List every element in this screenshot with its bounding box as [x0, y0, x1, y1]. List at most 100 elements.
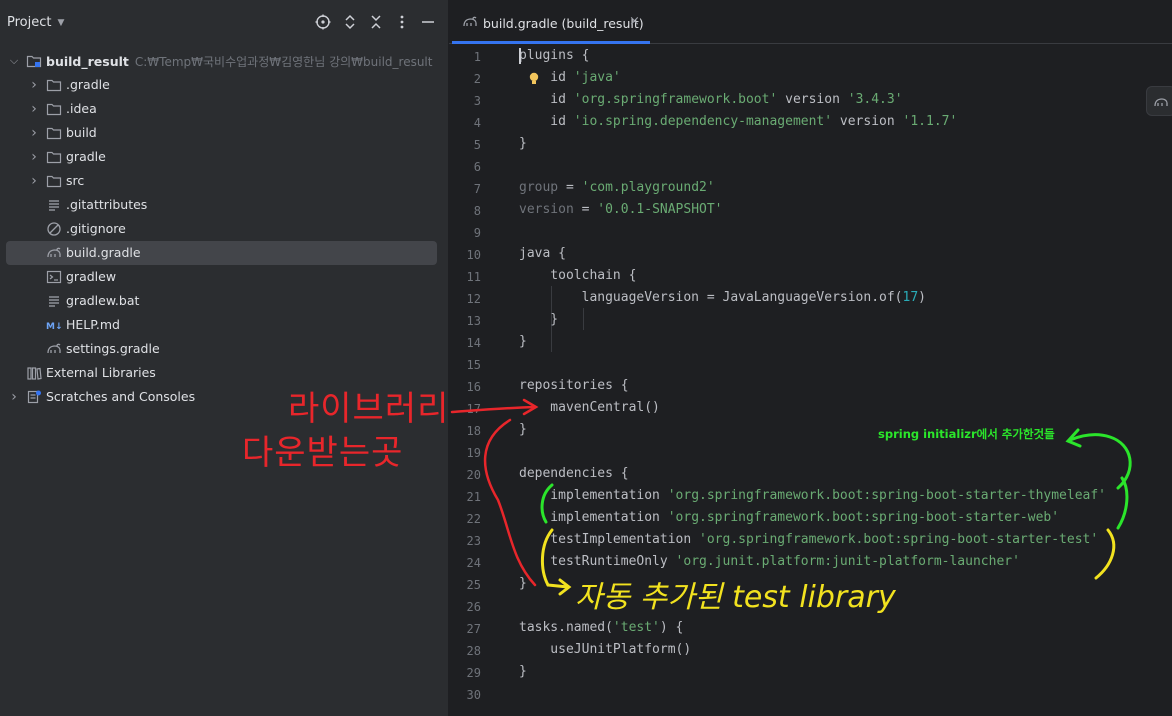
code-token: } — [519, 312, 559, 327]
code-token: 'io.spring.dependency-management' — [573, 114, 833, 129]
line-number: 27 — [466, 622, 481, 636]
folder-icon — [46, 149, 62, 165]
code-line: useJUnitPlatform() — [519, 642, 691, 657]
gradle-reload-widget[interactable] — [1146, 86, 1172, 116]
minimize-icon[interactable] — [419, 13, 437, 31]
code-token: 'com.playground2' — [581, 180, 715, 195]
tree-item-label: settings.gradle — [66, 341, 160, 356]
code-line: testImplementation 'org.springframework.… — [519, 532, 1098, 547]
line-number: 21 — [466, 490, 481, 504]
tree-item-text: build.gradle — [66, 245, 141, 260]
line-number: 22 — [466, 512, 481, 526]
expand-all-icon[interactable] — [341, 13, 359, 31]
svg-text:↓: ↓ — [55, 322, 62, 332]
code-token: 'java' — [573, 70, 621, 85]
line-number: 13 — [466, 314, 481, 328]
chevron-down-icon[interactable]: ⌵ — [9, 54, 19, 67]
tree-item-text: .gradle — [66, 77, 110, 92]
code-editor[interactable]: plugins { id 'java' id 'org.springframew… — [519, 44, 1169, 716]
tree-item[interactable]: › .gradle — [6, 73, 437, 97]
line-number: 25 — [466, 578, 481, 592]
line-number: 10 — [466, 248, 481, 262]
chevron-right-icon[interactable]: › — [29, 173, 39, 189]
locate-target-icon[interactable] — [314, 13, 332, 31]
code-token: plugins { — [519, 48, 590, 63]
code-token: group — [519, 180, 559, 195]
tab-build-gradle[interactable]: build.gradle (build_result) × — [449, 0, 650, 44]
tree-item[interactable]: settings.gradle — [6, 337, 437, 361]
tree-item[interactable]: build.gradle — [6, 241, 437, 265]
tree-item[interactable]: External Libraries — [6, 361, 437, 385]
code-line: } — [519, 576, 527, 591]
module-folder-icon — [26, 53, 42, 69]
chevron-right-icon[interactable]: › — [9, 389, 19, 405]
code-token: id — [519, 92, 574, 107]
tree-item-text: HELP.md — [66, 317, 120, 332]
code-token: '3.4.3' — [847, 92, 903, 107]
tree-item[interactable]: › build — [6, 121, 437, 145]
line-number-gutter: 1 2 3 4 5 6 7 8 9 10 11 12 13 14 15 16 17 18 19 20 21 22 23 24 2… — [449, 44, 515, 716]
tree-item[interactable]: .gitignore — [6, 217, 437, 241]
lightbulb-icon[interactable] — [528, 72, 540, 86]
project-panel-header: Project ▼ — [0, 0, 449, 46]
tree-item[interactable]: › Scratches and Consoles — [6, 385, 437, 409]
tree-item-text: .gitattributes — [66, 197, 147, 212]
tree-item-text: .idea — [66, 101, 97, 116]
tree-item[interactable]: M ↓ HELP.md — [6, 313, 437, 337]
tree-item[interactable]: › gradle — [6, 145, 437, 169]
tree-item[interactable]: ⌵ build_result C:₩Temp₩국비수업과정₩김영한님 강의₩buil… — [6, 49, 437, 73]
line-number: 11 — [466, 270, 481, 284]
code-token: useJUnitPlatform() — [519, 642, 692, 657]
code-line: implementation 'org.springframework.boot… — [519, 488, 1106, 503]
line-number: 6 — [473, 160, 481, 174]
code-token: 17 — [902, 290, 919, 305]
tree-item-label: gradlew — [66, 269, 117, 284]
code-token: 'test' — [612, 620, 660, 635]
collapse-all-icon[interactable] — [367, 13, 385, 31]
terminal-file-icon — [46, 269, 62, 285]
code-token: implementation — [519, 488, 668, 503]
gradle-elephant-icon — [463, 16, 477, 27]
chevron-right-icon[interactable]: › — [29, 149, 39, 165]
tree-item-label: .idea — [66, 101, 97, 116]
line-number: 5 — [473, 138, 481, 152]
code-token: '1.1.7' — [902, 114, 958, 129]
tree-item[interactable]: › src — [6, 169, 437, 193]
code-token: ) — [918, 290, 926, 305]
tree-item[interactable]: gradlew.bat — [6, 289, 437, 313]
code-line: implementation 'org.springframework.boot… — [519, 510, 1059, 525]
line-number: 9 — [473, 226, 481, 240]
chevron-right-icon[interactable]: › — [29, 101, 39, 117]
folder-icon — [46, 173, 62, 189]
line-number: 15 — [466, 358, 481, 372]
code-token: ) { — [659, 620, 684, 635]
line-number: 17 — [466, 402, 481, 416]
code-token: 'org.springframework.boot:spring-boot-st… — [667, 510, 1060, 525]
more-options-icon[interactable] — [393, 13, 411, 31]
markdown-file-icon: M ↓ — [46, 317, 63, 333]
tree-item[interactable]: .gitattributes — [6, 193, 437, 217]
tree-item-label: External Libraries — [46, 365, 156, 380]
tab-label: build.gradle (build_result) — [483, 16, 644, 31]
close-icon[interactable]: × — [629, 14, 640, 29]
code-line: } — [519, 312, 558, 327]
project-view-selector[interactable]: Project ▼ — [7, 15, 64, 30]
code-line: } — [519, 334, 527, 349]
gradle-elephant-icon — [46, 341, 62, 357]
code-token: id — [519, 114, 574, 129]
editor-tab-bar: build.gradle (build_result) × — [449, 0, 1172, 44]
tree-item[interactable]: › .idea — [6, 97, 437, 121]
code-line: tasks.named('test') { — [519, 620, 683, 635]
project-title: Project — [7, 15, 52, 30]
code-token: = — [558, 180, 582, 195]
code-token: version — [519, 202, 574, 217]
code-token: dependencies { — [519, 466, 629, 481]
code-token: '0.0.1-SNAPSHOT' — [597, 202, 723, 217]
tree-item-label: .gradle — [66, 77, 110, 92]
code-line: } — [519, 136, 527, 151]
chevron-right-icon[interactable]: › — [29, 77, 39, 93]
code-token: = — [573, 202, 598, 217]
chevron-right-icon[interactable]: › — [29, 125, 39, 141]
tree-item[interactable]: gradlew — [6, 265, 437, 289]
svg-text:M: M — [46, 322, 55, 332]
